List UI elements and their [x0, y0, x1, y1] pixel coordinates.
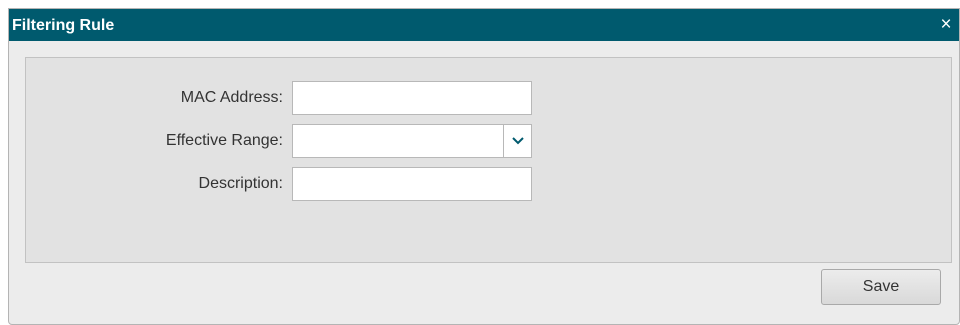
- description-label: Description:: [198, 175, 283, 192]
- effective-range-select[interactable]: [292, 124, 532, 158]
- filtering-rule-dialog: Filtering Rule × MAC Address: Effective …: [8, 8, 960, 325]
- mac-address-label: MAC Address:: [180, 89, 283, 106]
- dialog-title: Filtering Rule: [12, 17, 115, 34]
- save-button[interactable]: Save: [821, 269, 941, 305]
- description-input[interactable]: [292, 167, 532, 201]
- dialog-titlebar: Filtering Rule ×: [9, 9, 959, 41]
- form-panel: MAC Address: Effective Range: Descriptio…: [25, 57, 952, 263]
- chevron-down-icon[interactable]: [503, 125, 531, 157]
- effective-range-label: Effective Range:: [165, 132, 283, 149]
- close-icon[interactable]: ×: [937, 14, 955, 36]
- mac-address-input[interactable]: [292, 81, 532, 115]
